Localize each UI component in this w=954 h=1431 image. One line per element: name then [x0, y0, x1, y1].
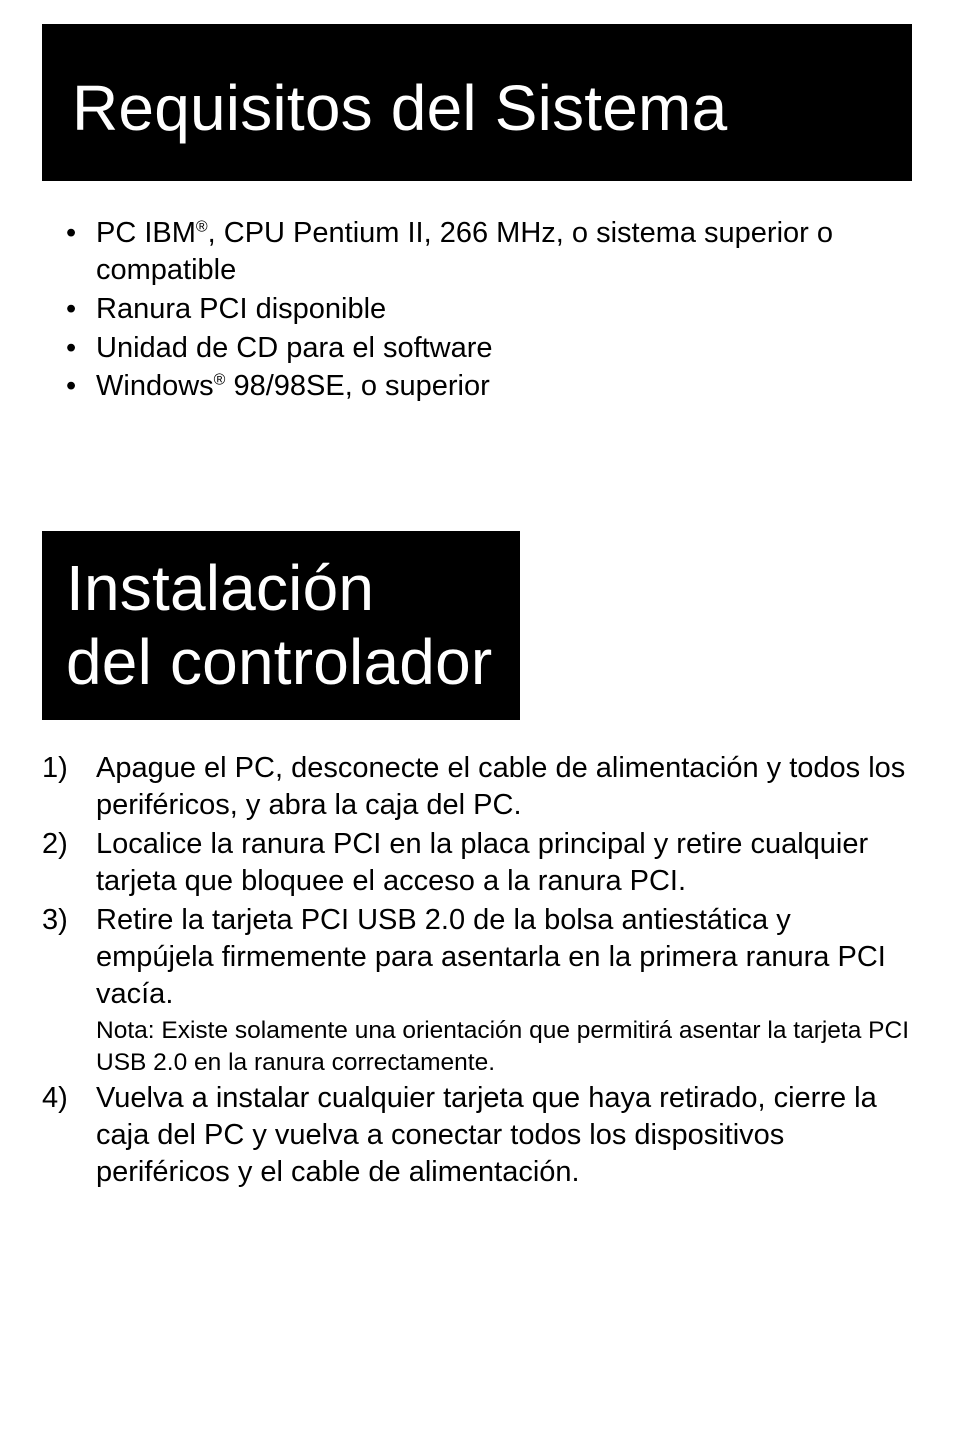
step-number: 4): [42, 1080, 82, 1117]
req-text-pre: Unidad de CD para el software: [96, 332, 493, 364]
step-item: 1) Apague el PC, desconecte el cable de …: [42, 750, 912, 824]
step-item: 2) Localice la ranura PCI en la placa pr…: [42, 826, 912, 900]
step-number: 2): [42, 826, 82, 863]
list-item: PC IBM®, CPU Pentium II, 266 MHz, o sist…: [42, 215, 912, 289]
document-page: Requisitos del Sistema PC IBM®, CPU Pent…: [0, 0, 954, 1431]
heading-text: Requisitos del Sistema: [72, 72, 727, 144]
step-item: 3) Retire la tarjeta PCI USB 2.0 de la b…: [42, 902, 912, 1078]
list-item: Windows® 98/98SE, o superior: [42, 368, 912, 405]
step-text: Localice la ranura PCI en la placa princ…: [96, 828, 868, 897]
step-text: Apague el PC, desconecte el cable de ali…: [96, 752, 905, 821]
step-text: Retire la tarjeta PCI USB 2.0 de la bols…: [96, 904, 886, 1010]
registered-mark: ®: [196, 218, 208, 235]
req-text-pre: Windows: [96, 370, 214, 402]
list-item: Ranura PCI disponible: [42, 291, 912, 328]
list-item: Unidad de CD para el software: [42, 330, 912, 367]
installation-steps: 1) Apague el PC, desconecte el cable de …: [42, 750, 912, 1192]
requirements-list: PC IBM®, CPU Pentium II, 266 MHz, o sist…: [42, 215, 912, 405]
step-number: 3): [42, 902, 82, 939]
heading-text-line2: del controlador: [66, 626, 492, 698]
step-note: Nota: Existe solamente una orientación q…: [96, 1015, 912, 1078]
req-text-pre: Ranura PCI disponible: [96, 293, 386, 325]
registered-mark: ®: [214, 372, 226, 389]
section-heading-installation: Instalación del controlador: [42, 531, 520, 719]
section-heading-requirements: Requisitos del Sistema: [42, 24, 912, 181]
step-number: 1): [42, 750, 82, 787]
req-text-pre: PC IBM: [96, 217, 196, 249]
step-text: Vuelva a instalar cualquier tarjeta que …: [96, 1082, 877, 1188]
step-item: 4) Vuelva a instalar cualquier tarjeta q…: [42, 1080, 912, 1191]
heading-text-line1: Instalación: [66, 552, 374, 624]
req-text-post: 98/98SE, o superior: [225, 370, 489, 402]
